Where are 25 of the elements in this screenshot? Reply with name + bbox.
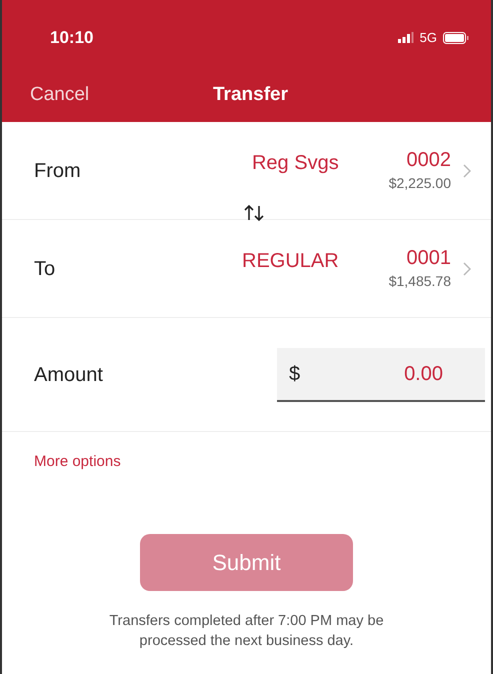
amount-value: 0.00 <box>404 362 443 386</box>
account-balance: $2,225.00 <box>388 174 451 192</box>
chevron-right-icon <box>463 164 471 178</box>
account-balance: $1,485.78 <box>388 272 451 290</box>
chevron-right-icon <box>463 262 471 276</box>
more-options-link[interactable]: More options <box>34 453 121 470</box>
amount-field[interactable]: $ 0.00 <box>277 348 485 402</box>
currency-symbol: $ <box>289 362 300 386</box>
cancel-button[interactable]: Cancel <box>30 80 90 110</box>
account-name: REGULAR <box>242 248 339 274</box>
screen-title: Transfer <box>213 82 288 107</box>
signal-icon <box>398 32 414 43</box>
account-selector[interactable]: REGULAR 0001 $1,485.78 <box>242 246 471 292</box>
account-number: 0002 <box>406 148 451 172</box>
battery-icon <box>443 32 469 44</box>
account-selector[interactable]: Reg Svgs 0002 $2,225.00 <box>252 148 471 194</box>
field-label: To <box>34 256 56 282</box>
account-number: 0001 <box>406 246 451 270</box>
field-label: From <box>34 158 81 184</box>
swap-arrows-icon[interactable] <box>244 204 264 222</box>
field-label: Amount <box>34 362 103 388</box>
status-time: 10:10 <box>50 26 94 49</box>
network-label: 5G <box>420 28 437 47</box>
cutoff-note: Transfers completed after 7:00 PM may be processed the next business day. <box>108 612 385 651</box>
account-name: Reg Svgs <box>252 150 339 176</box>
